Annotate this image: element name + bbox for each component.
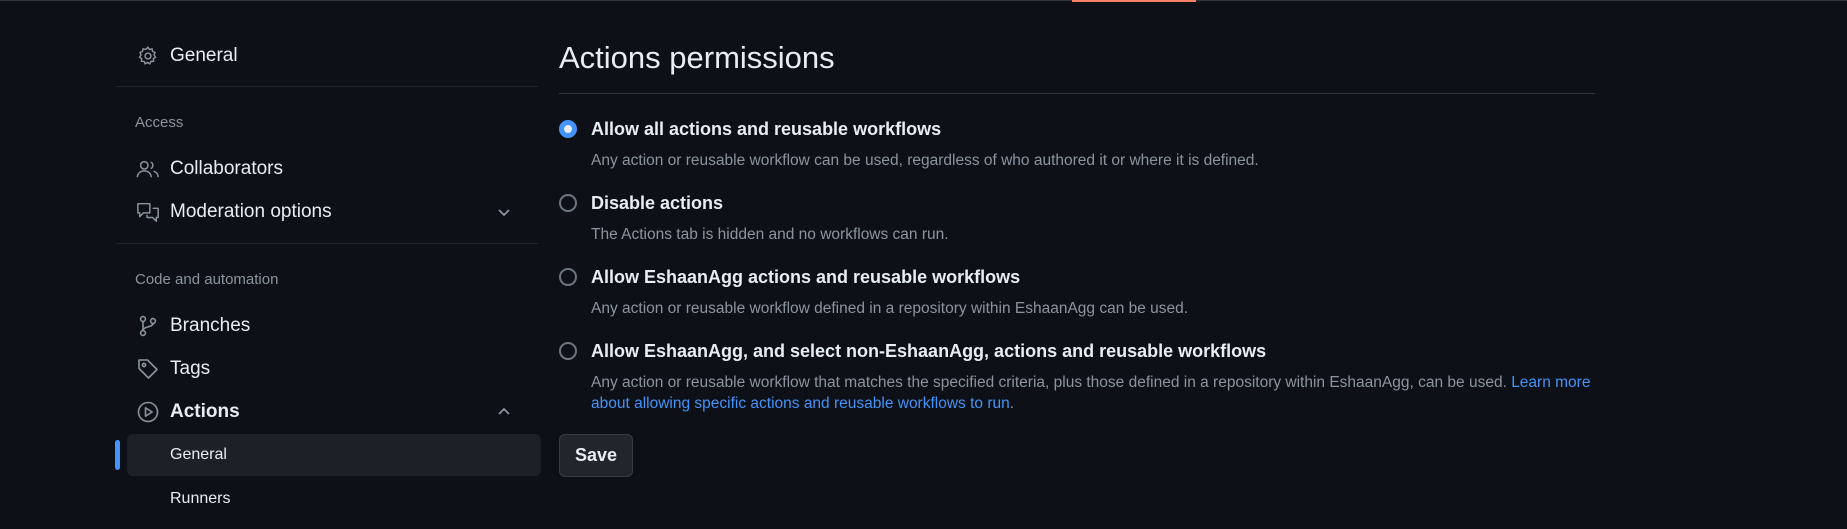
link-suffix: . <box>1009 395 1015 412</box>
sidebar-item-label: Actions <box>170 401 240 422</box>
radio-disable-actions[interactable] <box>559 194 577 212</box>
chevron-up-icon[interactable] <box>494 402 514 422</box>
sidebar-divider <box>116 243 538 244</box>
sidebar-item-branches[interactable]: Branches <box>116 307 538 345</box>
active-indicator <box>115 440 120 470</box>
option-label[interactable]: Allow EshaanAgg actions and reusable wor… <box>591 267 1020 288</box>
page-title: Actions permissions <box>559 40 835 75</box>
sidebar-subitem-runners[interactable]: Runners <box>127 478 541 520</box>
sidebar-item-label: General <box>170 45 238 66</box>
option-description-text: Any action or reusable workflow that mat… <box>591 374 1507 391</box>
save-button[interactable]: Save <box>559 434 633 477</box>
chevron-down-icon[interactable] <box>494 202 514 222</box>
radio-allow-all[interactable] <box>559 120 577 138</box>
sidebar-item-tags[interactable]: Tags <box>116 350 538 388</box>
active-tab-underline <box>1072 0 1196 2</box>
radio-allow-eshaanagg[interactable] <box>559 268 577 286</box>
option-label[interactable]: Disable actions <box>591 193 723 214</box>
sidebar-item-actions[interactable]: Actions <box>116 393 538 431</box>
option-description: Any action or reusable workflow defined … <box>591 300 1189 317</box>
sidebar-item-moderation-options[interactable]: Moderation options <box>116 193 538 231</box>
sidebar-item-label: Moderation options <box>170 201 332 222</box>
sidebar-item-label: Runners <box>170 490 231 507</box>
sidebar-item-label: Tags <box>170 358 211 379</box>
sidebar-item-general[interactable]: General <box>116 37 538 75</box>
sidebar-divider <box>116 86 538 87</box>
people-icon <box>136 157 160 181</box>
comment-discussion-icon <box>136 200 160 224</box>
sidebar-item-label: General <box>170 446 227 463</box>
gear-icon <box>136 44 160 68</box>
option-label[interactable]: Allow EshaanAgg, and select non-EshaanAg… <box>591 341 1266 362</box>
section-heading-code-automation: Code and automation <box>135 271 279 288</box>
sidebar-item-collaborators[interactable]: Collaborators <box>116 150 538 188</box>
play-icon <box>136 400 160 424</box>
option-label[interactable]: Allow all actions and reusable workflows <box>591 119 941 140</box>
sidebar-item-label: Branches <box>170 315 251 336</box>
sidebar-subitem-actions-general[interactable]: General <box>127 434 541 476</box>
radio-allow-select[interactable] <box>559 342 577 360</box>
git-branch-icon <box>136 314 160 338</box>
title-divider <box>559 93 1595 94</box>
tag-icon <box>136 357 160 381</box>
section-heading-access: Access <box>135 114 184 131</box>
option-description: The Actions tab is hidden and no workflo… <box>591 226 949 243</box>
option-description: Any action or reusable workflow can be u… <box>591 152 1259 169</box>
option-description: Any action or reusable workflow that mat… <box>591 372 1595 414</box>
top-border <box>0 0 1847 1</box>
sidebar-item-label: Collaborators <box>170 158 283 179</box>
